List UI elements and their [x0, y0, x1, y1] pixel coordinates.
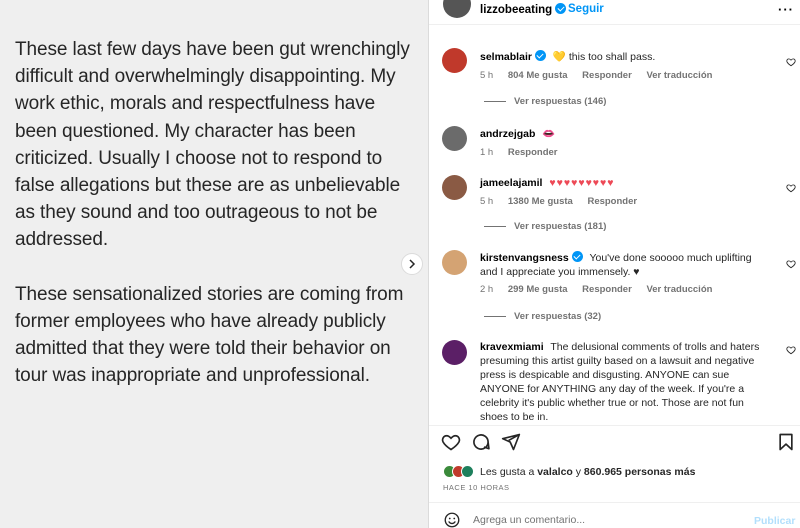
- heart-outline-icon[interactable]: [786, 183, 796, 193]
- commenter-username-text: kirstenvangsness: [480, 252, 569, 264]
- comment-meta: 5 h 804 Me gusta Responder Ver traducció…: [480, 70, 724, 81]
- replies-line: [484, 101, 506, 102]
- comment-text: ♥♥♥♥♥♥♥♥♥: [549, 177, 615, 189]
- comment-text: 💛 this too shall pass.: [552, 51, 656, 63]
- view-replies-button[interactable]: Ver respuestas (32): [484, 311, 601, 322]
- commenter-username[interactable]: kravexmiami: [480, 341, 544, 353]
- bookmark-icon[interactable]: [776, 432, 796, 452]
- comment-time: 2 h: [480, 284, 494, 295]
- comment-body: andrzejgab 👄: [480, 127, 768, 141]
- commenter-username[interactable]: kirstenvangsness: [480, 251, 583, 264]
- comment-input[interactable]: [473, 512, 723, 528]
- commenter-username-text: selmablair: [480, 51, 532, 63]
- post-image: These last few days have been gut wrench…: [0, 0, 428, 528]
- post-time[interactable]: HACE 10 HORAS: [443, 483, 510, 492]
- likes-count[interactable]: 860.965 personas más: [584, 466, 696, 478]
- author-username[interactable]: lizzobeeating: [480, 3, 567, 16]
- replies-line: [484, 316, 506, 317]
- commenter-avatar[interactable]: [442, 250, 467, 275]
- view-replies-button[interactable]: Ver respuestas (181): [484, 221, 606, 232]
- likes-text: Les gusta a valalco y 860.965 personas m…: [480, 466, 695, 478]
- commenter-username[interactable]: selmablair: [480, 50, 546, 63]
- reply-button[interactable]: Responder: [582, 284, 632, 295]
- post-text: These last few days have been gut wrench…: [15, 36, 420, 416]
- commenter-avatar[interactable]: [442, 48, 467, 73]
- post-paragraph-2: These sensationalized stories are coming…: [15, 283, 404, 387]
- commenter-avatar[interactable]: [442, 175, 467, 200]
- verified-icon: [555, 3, 567, 14]
- view-replies-label: Ver respuestas (32): [514, 311, 602, 322]
- post-comment-button[interactable]: Publicar: [754, 515, 795, 527]
- likes-summary: Les gusta a valalco y 860.965 personas m…: [443, 465, 695, 478]
- commenter-avatar[interactable]: [442, 340, 467, 365]
- commenter-username[interactable]: andrzejgab: [480, 128, 535, 140]
- author-username-text: lizzobeeating: [480, 4, 553, 16]
- likes-middle: y: [572, 465, 584, 478]
- like-heart-icon[interactable]: [441, 432, 461, 452]
- comments-list: selmablair 💛 this too shall pass. 5 h 80…: [429, 25, 800, 423]
- comment-body: selmablair 💛 this too shall pass.: [480, 50, 768, 64]
- commenter-username[interactable]: jameelajamil: [480, 177, 542, 189]
- liker-avatar: [461, 465, 474, 478]
- comment-bubble-icon[interactable]: [471, 432, 491, 452]
- post-paragraph-1: These last few days have been gut wrench…: [15, 39, 410, 251]
- verified-icon: [571, 251, 583, 262]
- comment-meta: 2 h 299 Me gusta Responder Ver traducció…: [480, 284, 724, 295]
- comment-body: jameelajamil ♥♥♥♥♥♥♥♥♥: [480, 176, 768, 190]
- translate-button[interactable]: Ver traducción: [646, 70, 712, 81]
- verified-icon: [534, 50, 546, 61]
- comment-likes[interactable]: 299 Me gusta: [508, 284, 568, 295]
- comment-time: 1 h: [480, 147, 494, 158]
- comment-likes[interactable]: 804 Me gusta: [508, 70, 568, 81]
- view-replies-label: Ver respuestas (181): [514, 221, 607, 232]
- heart-outline-icon[interactable]: [786, 57, 796, 67]
- reply-button[interactable]: Responder: [587, 196, 637, 207]
- comment-meta: 1 h Responder: [480, 147, 569, 158]
- post-side-panel: lizzobeeating Seguir ··· selmablair 💛 th…: [428, 0, 800, 528]
- translate-button[interactable]: Ver traducción: [646, 284, 712, 295]
- more-horizontal-icon[interactable]: ···: [778, 2, 794, 17]
- actions-divider: [429, 425, 800, 426]
- compose-divider: [429, 502, 800, 503]
- author-avatar[interactable]: [443, 0, 471, 18]
- follow-button[interactable]: Seguir: [568, 3, 604, 15]
- chevron-right-icon: [409, 259, 416, 269]
- comment-likes[interactable]: 1380 Me gusta: [508, 196, 573, 207]
- reply-button[interactable]: Responder: [508, 147, 558, 158]
- view-replies-label: Ver respuestas (146): [514, 96, 607, 107]
- post-actions: [429, 430, 800, 456]
- likes-user[interactable]: valalco: [537, 466, 573, 478]
- likes-prefix: Les gusta a: [480, 465, 538, 478]
- post-header: lizzobeeating Seguir ···: [429, 0, 800, 22]
- comment-time: 5 h: [480, 196, 494, 207]
- comment-text: 👄: [542, 128, 556, 140]
- heart-outline-icon[interactable]: [786, 345, 796, 355]
- comment-text: The delusional comments of trolls and ha…: [480, 341, 760, 423]
- comment-meta: 5 h 1380 Me gusta Responder: [480, 196, 649, 207]
- comment-composer: Publicar: [429, 506, 800, 528]
- comment-body: kravexmiami The delusional comments of t…: [480, 340, 768, 423]
- next-slide-button[interactable]: [401, 253, 423, 275]
- commenter-avatar[interactable]: [442, 126, 467, 151]
- comment-time: 5 h: [480, 70, 494, 81]
- reply-button[interactable]: Responder: [582, 70, 632, 81]
- view-replies-button[interactable]: Ver respuestas (146): [484, 96, 606, 107]
- heart-outline-icon[interactable]: [786, 259, 796, 269]
- emoji-icon[interactable]: [443, 511, 461, 528]
- replies-line: [484, 226, 506, 227]
- comment-body: kirstenvangsness You've done sooooo much…: [480, 251, 768, 279]
- share-send-icon[interactable]: [501, 432, 521, 452]
